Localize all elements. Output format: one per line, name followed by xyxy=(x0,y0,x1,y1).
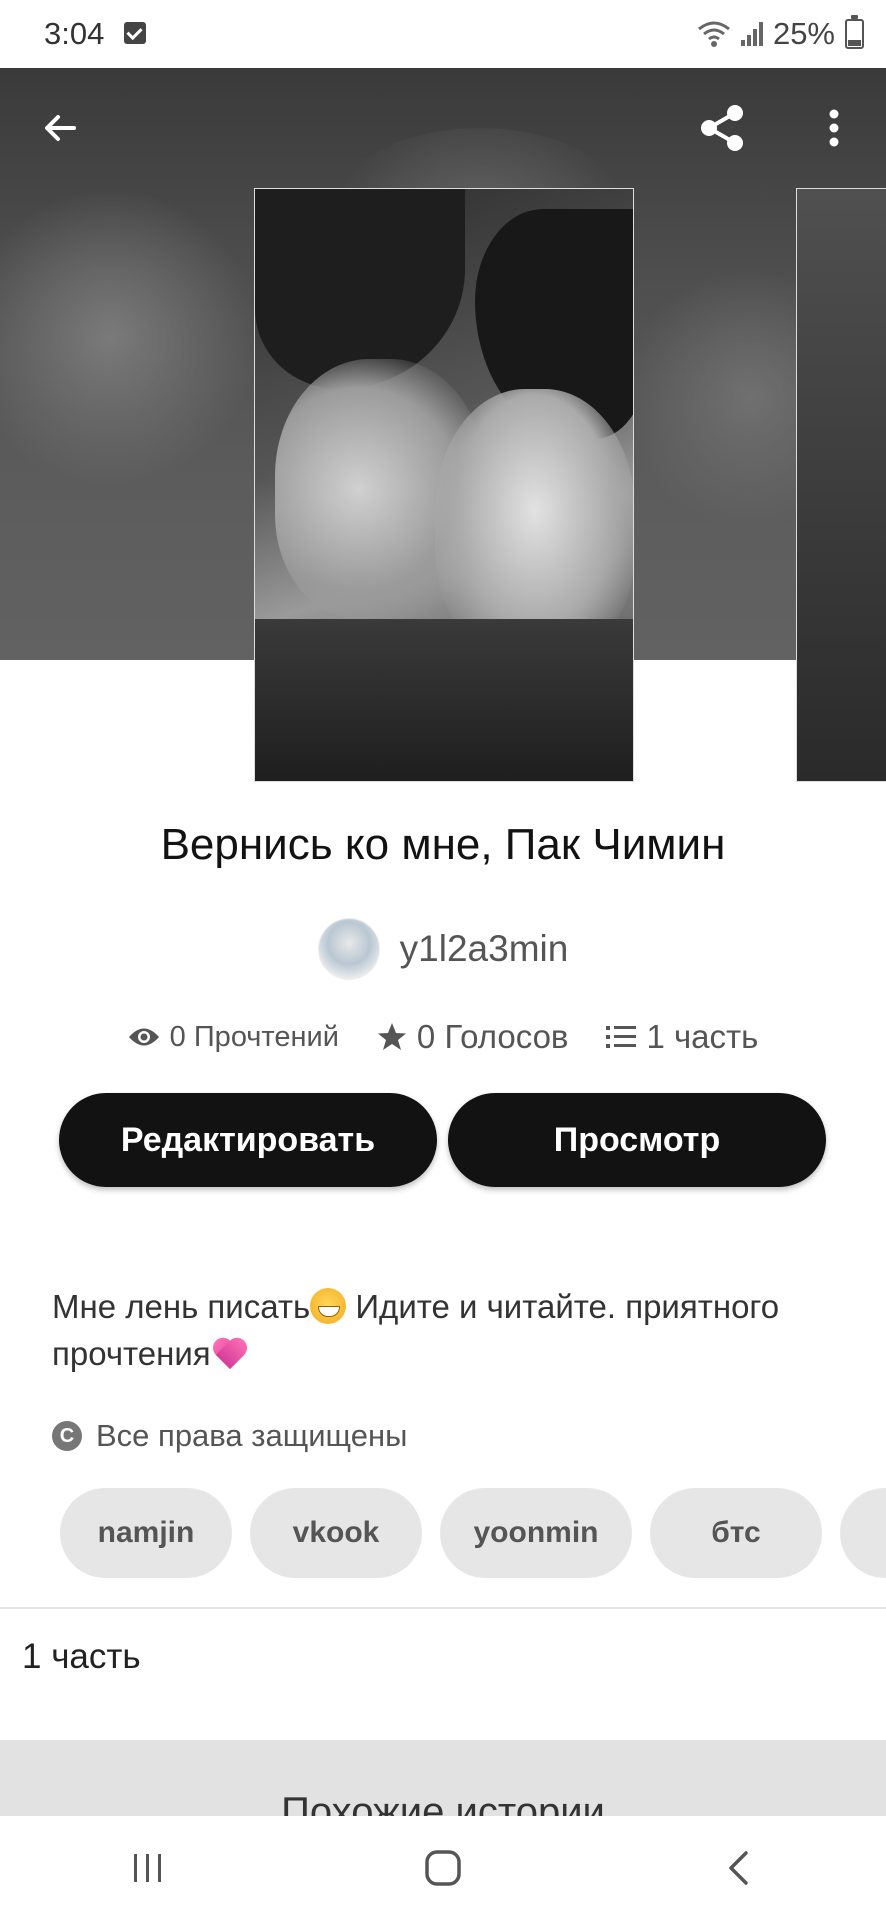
story-stats: 0 Прочтений 0 Голосов 1 часть xyxy=(0,1018,886,1056)
arrow-left-icon xyxy=(45,115,76,141)
author-avatar[interactable] xyxy=(317,918,380,980)
signal-icon xyxy=(740,22,763,46)
status-indicators: 25% xyxy=(697,14,864,54)
list-icon xyxy=(606,1026,637,1048)
sparkling-heart-emoji-icon xyxy=(220,1335,258,1371)
tag-chip[interactable]: бтс xyxy=(650,1488,822,1578)
star-icon xyxy=(377,1023,406,1050)
share-icon xyxy=(701,105,743,151)
tag-chip[interactable]: namjin xyxy=(60,1488,232,1578)
parts-list-item[interactable]: 1 часть xyxy=(22,1637,141,1677)
copyright-icon: C xyxy=(52,1421,82,1451)
story-title: Вернись ко мне, Пак Чимин xyxy=(160,820,726,869)
tag-chip-partial[interactable] xyxy=(840,1488,886,1578)
tag-chip[interactable]: vkook xyxy=(250,1488,422,1578)
votes-count: 0 Голосов xyxy=(416,1018,569,1055)
parts-stat: 1 часть xyxy=(606,1018,758,1056)
story-cover-image[interactable] xyxy=(254,188,634,782)
back-button[interactable] xyxy=(28,96,92,160)
edit-button[interactable]: Редактировать xyxy=(59,1093,437,1187)
wifi-icon xyxy=(698,21,730,47)
recent-apps-icon xyxy=(133,1854,161,1882)
status-time: 3:04 xyxy=(44,16,105,51)
battery-percent: 25% xyxy=(772,16,835,51)
back-nav-button[interactable] xyxy=(693,1833,783,1903)
home-button[interactable] xyxy=(398,1833,488,1903)
story-description: Мне лень писать Идите и читайте. приятно… xyxy=(52,1283,842,1377)
eye-icon xyxy=(128,1028,159,1046)
tag-chip[interactable]: yoonmin xyxy=(440,1488,632,1578)
reads-count: 0 Прочтений xyxy=(169,1020,339,1053)
notification-check-icon xyxy=(124,22,146,44)
home-icon xyxy=(425,1850,461,1886)
author-name[interactable]: y1l2a3min xyxy=(400,928,569,970)
recent-apps-button[interactable] xyxy=(103,1833,193,1903)
author-row[interactable]: y1l2a3min xyxy=(0,918,886,980)
grinning-sweat-emoji-icon xyxy=(310,1288,347,1324)
description-text-1: Мне лень писать xyxy=(52,1288,311,1325)
preview-button[interactable]: Просмотр xyxy=(448,1093,826,1187)
next-story-cover-image[interactable] xyxy=(796,188,886,782)
status-bar: 3:04 25% xyxy=(0,0,886,68)
system-nav-bar xyxy=(0,1816,886,1920)
parts-count: 1 часть xyxy=(646,1018,759,1055)
tags-row[interactable]: namjin vkook yoonmin бтс xyxy=(60,1488,886,1578)
more-vertical-icon xyxy=(829,109,839,147)
votes-stat: 0 Голосов xyxy=(377,1018,569,1056)
copyright-row: C Все права защищены xyxy=(52,1418,407,1454)
copyright-text: Все права защищены xyxy=(96,1418,408,1453)
battery-icon xyxy=(845,15,864,49)
share-button[interactable] xyxy=(690,96,754,160)
chevron-left-icon xyxy=(729,1851,749,1885)
more-options-button[interactable] xyxy=(802,96,866,160)
section-divider xyxy=(0,1607,886,1609)
similar-stories-section: Похожие истории xyxy=(0,1740,886,1820)
reads-stat: 0 Прочтений xyxy=(128,1021,339,1054)
